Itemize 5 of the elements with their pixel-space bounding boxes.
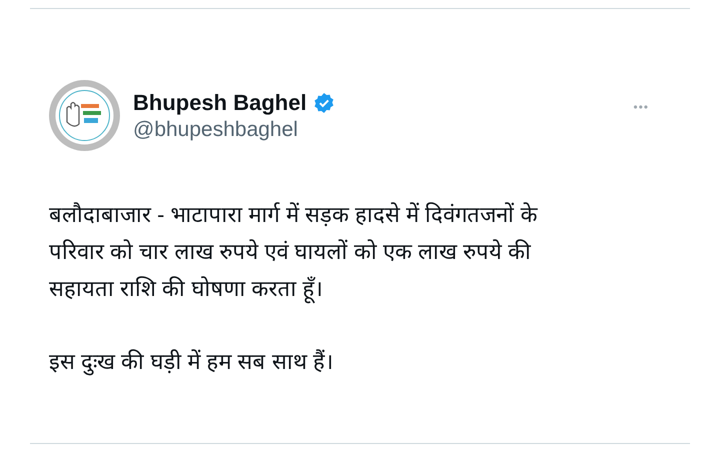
author-name[interactable]: Bhupesh Baghel <box>133 90 307 116</box>
avatar[interactable] <box>49 80 120 151</box>
tweet-text: बलौदाबाजार - भाटापारा मार्ग में सड़क हादसे में दिवंगतजनों के परिवार को चार लाख रुपये एवं घायलों को एक लाख रुपये की सहायता राशि की घोषणा करता हूँ। <box>49 196 690 307</box>
author-handle[interactable]: @bhupeshbaghel <box>133 118 620 142</box>
tweet-text: इस दुःख की घड़ी में हम सब साथ हैं। <box>49 348 334 378</box>
